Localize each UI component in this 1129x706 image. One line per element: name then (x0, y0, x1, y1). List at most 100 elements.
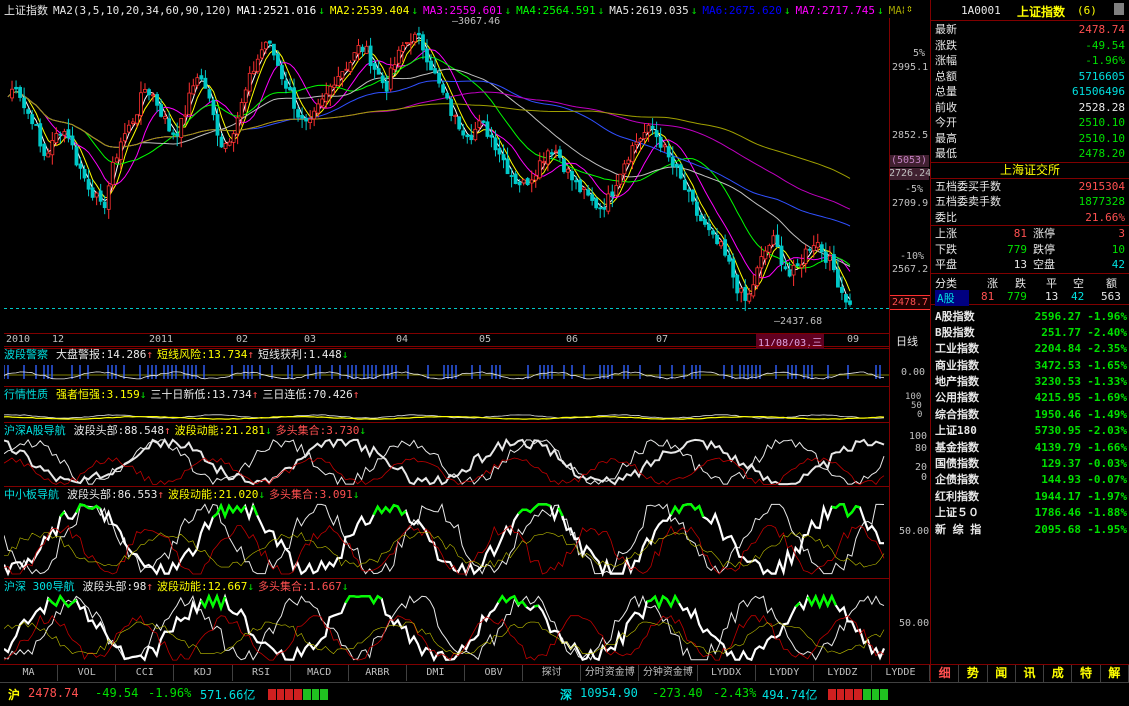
indicator-tab-11[interactable]: 分钟资金博 (639, 665, 698, 681)
index-price: 2095.68 (1034, 522, 1081, 536)
indicator-axis-bodoan: 0.00 (889, 346, 930, 386)
candle-body (815, 242, 820, 248)
index-row[interactable]: 综合指数 1950.46 -1.49% (931, 407, 1129, 423)
index-row[interactable]: 上证180 5730.95 -2.03% (931, 423, 1129, 439)
candle-body (191, 85, 196, 95)
indicator-label: 波段头部: (67, 488, 118, 501)
indicator-value: 13.734 (207, 347, 248, 361)
candle-body (106, 185, 111, 210)
indicator-arrow: ↑ (164, 423, 171, 437)
side-tab-2[interactable]: 闻 (988, 665, 1016, 682)
candle-body (533, 175, 538, 181)
indicator-tab-0[interactable]: MA (0, 665, 59, 681)
indicator-tab-12[interactable]: LYDDX (698, 665, 756, 681)
indicator-tab-9[interactable]: 探讨 (523, 665, 582, 681)
indicator-tab-14[interactable]: LYDDZ (814, 665, 872, 681)
candle-body (461, 130, 466, 136)
indicator-tab-3[interactable]: KDJ (174, 665, 233, 681)
indicator-tab-7[interactable]: DMI (407, 665, 465, 681)
candle-body (723, 239, 728, 256)
index-change: -2.03% (1087, 424, 1127, 438)
class-row-name: A股 (935, 289, 969, 306)
sz-label: 深 (560, 688, 573, 702)
index-price: 3472.53 (1034, 358, 1081, 372)
candle-body (348, 62, 353, 72)
candle-body (453, 115, 458, 117)
indicator-tab-10[interactable]: 分时资金博 (581, 665, 640, 681)
candle-body (695, 201, 699, 216)
indicator-tab-1[interactable]: VOL (58, 665, 117, 681)
index-row[interactable]: 国债指数 129.37 -0.03% (931, 456, 1129, 472)
indicator-tab-6[interactable]: ARBR (349, 665, 407, 681)
order-key: 委比 (935, 210, 957, 224)
side-tab-4[interactable]: 成 (1044, 665, 1073, 682)
candle-body (699, 215, 703, 222)
breadth-key: 上涨 (935, 227, 957, 240)
index-row[interactable]: 红利指数 1944.17 -1.97% (931, 489, 1129, 505)
candle-body (775, 234, 780, 248)
index-row[interactable]: 新 综 指 2095.68 -1.95% (931, 522, 1129, 538)
breadth-rows: 上涨 81 涨停 3 下跌 779 跌停 10 平盘 13 空盘 42 (931, 225, 1129, 273)
indicator-tab-15[interactable]: LYDDE (872, 665, 930, 681)
breadth-key: 空盘 (1033, 258, 1055, 271)
index-row[interactable]: 公用指数 4215.95 -1.69% (931, 390, 1129, 406)
candle-body (477, 120, 482, 128)
indicator-tab-2[interactable]: CCI (116, 665, 175, 681)
index-row[interactable]: 地产指数 3230.53 -1.33% (931, 374, 1129, 390)
candle-body (421, 34, 425, 51)
indicator-line-thick (4, 437, 885, 486)
index-change: -1.33% (1087, 375, 1127, 389)
candle-body (328, 85, 333, 96)
candle-body (513, 173, 518, 184)
breadth-row: 下跌 779 跌停 10 (931, 242, 1129, 258)
candle-body (703, 219, 707, 225)
side-tab-0[interactable]: 细 (931, 665, 960, 682)
candle-body (227, 141, 232, 146)
index-row[interactable]: B股指数 251.77 -2.40% (931, 325, 1129, 341)
settings-icon[interactable]: ⇳ (906, 3, 918, 15)
indicator-value: 21.020 (218, 487, 259, 501)
breadth-value: 10 (1111, 242, 1125, 256)
candle-body (280, 65, 284, 80)
indicator-tab-5[interactable]: MACD (291, 665, 349, 681)
indicator-value: 86.553 (117, 487, 158, 501)
candle-body (562, 158, 566, 173)
candlestick-chart (4, 26, 889, 312)
index-row[interactable]: 工业指数 2204.84 -2.35% (931, 341, 1129, 357)
indicator-value: 98 (133, 579, 147, 593)
candle-body (344, 68, 349, 71)
candle-body (183, 114, 188, 117)
indicator-tab-4[interactable]: RSI (233, 665, 291, 681)
side-tab-1[interactable]: 势 (959, 665, 988, 682)
breadth-value: 3 (1118, 227, 1125, 240)
index-row[interactable]: 企债指数 144.93 -0.07% (931, 472, 1129, 488)
candle-body (239, 102, 244, 118)
breadth-row: 上涨 81 涨停 3 (931, 226, 1129, 242)
class-row-a[interactable]: A股 81 779 13 42 563 (931, 289, 1129, 306)
index-name: 红利指数 (935, 489, 979, 503)
candle-body (408, 42, 413, 45)
indicator-axis-value: 80 (915, 443, 928, 454)
scroll-arrow-icon[interactable] (1114, 3, 1124, 15)
price-label-4: 2567.2 (892, 264, 929, 275)
index-row[interactable]: 上证５０ 1786.46 -1.88% (931, 505, 1129, 521)
candle-body (336, 76, 341, 86)
indicator-name: 中小板导航 (4, 488, 59, 501)
side-tab-3[interactable]: 讯 (1016, 665, 1045, 682)
candle-body (465, 134, 470, 138)
candle-body (771, 235, 776, 246)
main-chart-panel[interactable]: —3067.46 —2437.68 (4, 16, 889, 332)
side-tab-6[interactable]: 解 (1101, 665, 1129, 682)
index-row[interactable]: A股指数 2596.27 -1.96% (931, 309, 1129, 325)
index-name: 上证５０ (935, 506, 979, 520)
indicator-axis-hangqing: 100 50 0 (889, 386, 930, 422)
index-row[interactable]: 商业指数 3472.53 -1.65% (931, 358, 1129, 374)
candle-body (811, 245, 816, 252)
indicator-tab-8[interactable]: OBV (465, 665, 524, 681)
side-tab-5[interactable]: 特 (1072, 665, 1101, 682)
quote-row: 今开 2510.10 (931, 115, 1129, 131)
candle-body (267, 40, 272, 44)
indicator-tab-13[interactable]: LYDDY (756, 665, 814, 681)
candle-body (251, 70, 256, 74)
index-row[interactable]: 基金指数 4139.79 -1.66% (931, 440, 1129, 456)
